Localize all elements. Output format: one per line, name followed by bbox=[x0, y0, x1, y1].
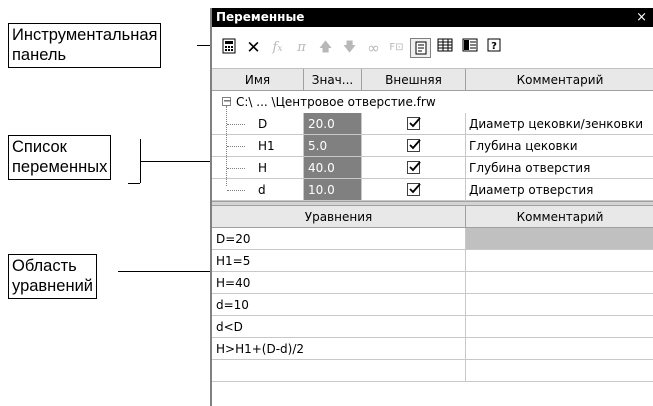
list-view-icon[interactable] bbox=[459, 38, 480, 58]
callout-equations-leader bbox=[118, 271, 210, 272]
variable-comment[interactable]: Глубина отверстия bbox=[466, 157, 653, 179]
help-icon[interactable]: ? bbox=[483, 38, 504, 58]
variable-name[interactable]: d bbox=[212, 179, 304, 201]
move-down-icon[interactable]: 🡇 bbox=[339, 38, 360, 58]
equation-row[interactable]: d<D bbox=[212, 316, 653, 338]
equation-row[interactable]: d=10 bbox=[212, 294, 653, 316]
variable-row[interactable]: d 10.0 Диаметр отверстия bbox=[212, 179, 653, 201]
variable-name[interactable]: D bbox=[212, 113, 304, 135]
variable-external-cell bbox=[362, 113, 466, 135]
variable-external-cell bbox=[362, 179, 466, 201]
move-up-icon[interactable]: 🡅 bbox=[315, 38, 336, 58]
equation-comment[interactable] bbox=[466, 360, 653, 382]
file-node-row[interactable]: − C:\ ... \Центровое отверстие.frw bbox=[212, 91, 653, 113]
variable-row[interactable]: D 20.0 Диаметр цековки/зенковки bbox=[212, 113, 653, 135]
equation-comment[interactable] bbox=[466, 316, 653, 338]
variable-comment[interactable]: Диаметр цековки/зенковки bbox=[466, 113, 653, 135]
window-title: Переменные bbox=[216, 10, 305, 24]
callout-equations-line2: уравнений bbox=[12, 277, 94, 295]
external-checkbox[interactable] bbox=[407, 139, 421, 152]
variable-row[interactable]: H1 5.0 Глубина цековки bbox=[212, 135, 653, 157]
variable-name[interactable]: H bbox=[212, 157, 304, 179]
callout-variables: Список переменных bbox=[8, 135, 112, 180]
column-header-value[interactable]: Знач... bbox=[304, 69, 362, 91]
callout-equations-line1: Область bbox=[12, 257, 77, 275]
callout-toolbar-line1: Инструментальная bbox=[12, 26, 158, 44]
equation-row[interactable]: H1=5 bbox=[212, 250, 653, 272]
column-header-eq-comment[interactable]: Комментарий bbox=[466, 206, 653, 228]
variables-window: Переменные × ✕ fx π 🡅 🡇 ∞ F⊡ ? Имя Знач.… bbox=[210, 8, 653, 406]
variable-comment[interactable]: Глубина цековки bbox=[466, 135, 653, 157]
equation-text[interactable]: d=10 bbox=[212, 294, 466, 316]
external-checkbox[interactable] bbox=[407, 117, 421, 130]
variable-row[interactable]: H 40.0 Глубина отверстия bbox=[212, 157, 653, 179]
table-view-icon[interactable] bbox=[434, 38, 455, 58]
equation-text[interactable]: H=40 bbox=[212, 272, 466, 294]
equation-comment[interactable] bbox=[466, 338, 653, 360]
check-icon bbox=[409, 117, 421, 128]
equation-text[interactable] bbox=[212, 360, 466, 382]
external-checkbox[interactable] bbox=[407, 161, 421, 174]
column-header-name[interactable]: Имя bbox=[212, 69, 304, 91]
equation-comment[interactable] bbox=[466, 228, 653, 250]
variables-header: Имя Знач... Внешняя Комментарий bbox=[212, 69, 653, 91]
equation-row[interactable]: H=40 bbox=[212, 272, 653, 294]
check-icon bbox=[409, 161, 421, 172]
variable-value[interactable]: 20.0 bbox=[304, 113, 362, 135]
variable-name[interactable]: H1 bbox=[212, 135, 304, 157]
fragment-icon[interactable]: F⊡ bbox=[386, 38, 407, 58]
callout-variables-line2: переменных bbox=[12, 158, 108, 176]
equation-comment[interactable] bbox=[466, 294, 653, 316]
callout-variables-line1: Список bbox=[12, 138, 67, 156]
variable-value[interactable]: 10.0 bbox=[304, 179, 362, 201]
variable-comment[interactable]: Диаметр отверстия bbox=[466, 179, 653, 201]
equation-text[interactable]: d<D bbox=[212, 316, 466, 338]
equation-row[interactable] bbox=[212, 360, 653, 382]
file-node-path: C:\ ... \Центровое отверстие.frw bbox=[236, 95, 436, 109]
variable-value[interactable]: 40.0 bbox=[304, 157, 362, 179]
equation-row[interactable]: D=20 bbox=[212, 228, 653, 250]
text-view-icon[interactable] bbox=[410, 38, 431, 58]
equation-comment[interactable] bbox=[466, 272, 653, 294]
equation-text[interactable]: H1=5 bbox=[212, 250, 466, 272]
equations-area: Уравнения Комментарий D=20 H1=5 H=40 d=10 d<… bbox=[212, 206, 653, 406]
column-header-equations[interactable]: Уравнения bbox=[212, 206, 466, 228]
callout-toolbar-line2: панель bbox=[12, 46, 67, 64]
column-header-comment[interactable]: Комментарий bbox=[466, 69, 653, 91]
callout-toolbar: Инструментальная панель bbox=[8, 23, 162, 68]
check-icon bbox=[409, 139, 421, 150]
delete-x-icon[interactable]: ✕ bbox=[243, 38, 264, 58]
external-checkbox[interactable] bbox=[407, 183, 421, 196]
equation-text[interactable]: H>H1+(D-d)/2 bbox=[212, 338, 466, 360]
column-header-external[interactable]: Внешняя bbox=[362, 69, 466, 91]
pi-constant-icon[interactable]: π bbox=[291, 38, 312, 58]
window-titlebar[interactable]: Переменные × bbox=[212, 8, 653, 27]
function-fx-icon[interactable]: fx bbox=[267, 38, 288, 58]
variable-external-cell bbox=[362, 157, 466, 179]
svg-text:?: ? bbox=[491, 41, 497, 52]
variable-external-cell bbox=[362, 135, 466, 157]
collapse-icon[interactable]: − bbox=[222, 97, 231, 107]
equation-row[interactable]: H>H1+(D-d)/2 bbox=[212, 338, 653, 360]
link-icon[interactable]: ∞ bbox=[363, 38, 384, 58]
equation-text[interactable]: D=20 bbox=[212, 228, 466, 250]
callout-variables-leader bbox=[128, 183, 140, 184]
close-icon[interactable]: × bbox=[636, 8, 647, 27]
variable-value[interactable]: 5.0 bbox=[304, 135, 362, 157]
equation-comment[interactable] bbox=[466, 250, 653, 272]
check-icon bbox=[409, 183, 421, 194]
toolbar: ✕ fx π 🡅 🡇 ∞ F⊡ ? bbox=[212, 28, 653, 69]
callout-equations: Область уравнений bbox=[8, 254, 98, 299]
calculator-icon[interactable] bbox=[218, 38, 239, 58]
